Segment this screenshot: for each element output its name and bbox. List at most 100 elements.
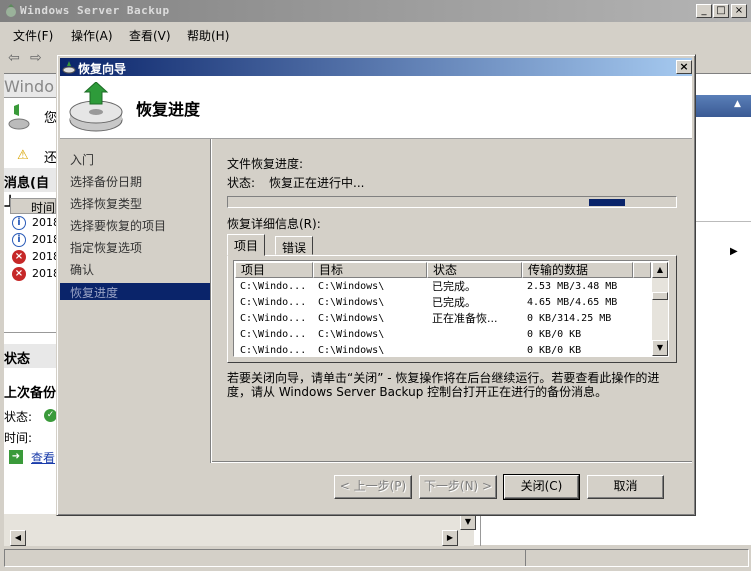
- status-header-label: 状态: [4, 352, 31, 367]
- restore-wizard-dialog: 恢复向导 × 恢复进度 入门 选择备份日期 选择恢复类型 选择要恢复的项目 指定…: [56, 54, 696, 516]
- cell-item: C:\Windo...: [240, 329, 307, 340]
- main-close-button[interactable]: ×: [731, 4, 747, 18]
- cell-target: C:\Windows\: [318, 313, 385, 324]
- minimize-button[interactable]: _: [696, 4, 712, 18]
- menu-help[interactable]: 帮助(H): [187, 27, 229, 44]
- nav-step-select-date: 选择备份日期: [70, 175, 143, 189]
- cell-target: C:\Windows\: [318, 297, 385, 308]
- cell-data: 0 KB/0 KB: [527, 345, 582, 356]
- left-pane-header: Windo: [4, 74, 56, 98]
- column-header-filler: [633, 262, 651, 278]
- list-vertical-scrollbar[interactable]: ▲ ▼: [652, 262, 668, 356]
- nav-step-recovery-type: 选择恢复类型: [70, 197, 143, 211]
- actions-pane-header: ▲: [694, 95, 751, 117]
- cell-target: C:\Windows\: [318, 345, 385, 356]
- button-separator: [212, 461, 692, 463]
- restore-disk-icon: [69, 82, 123, 132]
- cell-data: 0 KB/0 KB: [527, 329, 582, 340]
- nav-step-getting-started: 入门: [70, 153, 95, 167]
- collapse-arrow-icon[interactable]: ▲: [734, 99, 741, 109]
- table-row[interactable]: C:\Windo... C:\Windows\ 0 KB/0 KB: [235, 327, 651, 343]
- cancel-button[interactable]: 取消: [587, 475, 664, 499]
- banner-title: 恢复进度: [136, 100, 201, 119]
- column-header-status[interactable]: 状态: [427, 262, 522, 278]
- wizard-steps-nav: 入门 选择备份日期 选择恢复类型 选择要恢复的项目 指定恢复选项 确认 恢复进度: [60, 141, 210, 461]
- cell-target: C:\Windows\: [318, 329, 385, 340]
- restore-progress-bar: [227, 196, 677, 208]
- menu-file[interactable]: 文件(F): [13, 27, 53, 44]
- dialog-banner: 恢复进度: [60, 76, 692, 139]
- divider: [4, 332, 56, 333]
- table-row[interactable]: C:\Windo... C:\Windows\ 已完成。 2.53 MB/3.4…: [235, 279, 651, 295]
- menu-action[interactable]: 操作(A): [71, 27, 113, 44]
- menu-bar: 文件(F) 操作(A) 查看(V) 帮助(H): [0, 22, 751, 46]
- nav-step-progress: 恢复进度: [60, 283, 210, 300]
- tab-errors[interactable]: 错误: [275, 236, 314, 255]
- list-header: 项目 目标 状态 传输的数据: [235, 262, 651, 278]
- cell-status: 正在准备恢...: [432, 312, 498, 325]
- view-link-icon[interactable]: ➜: [9, 450, 23, 464]
- cell-item: C:\Windo...: [240, 345, 307, 356]
- cell-status: 已完成。: [432, 296, 476, 309]
- main-title-bar: Windows Server Backup _ □ ×: [0, 0, 751, 22]
- pane-divider: [480, 514, 481, 546]
- status-label: 状态:: [227, 176, 256, 190]
- nav-step-select-items: 选择要恢复的项目: [70, 219, 167, 233]
- nav-step-recovery-options: 指定恢复选项: [70, 241, 143, 255]
- cell-item: C:\Windo...: [240, 281, 307, 292]
- main-window-title: Windows Server Backup: [20, 4, 170, 17]
- table-row[interactable]: C:\Windo... C:\Windows\ 已完成。 4.65 MB/4.6…: [235, 295, 651, 311]
- cell-target: C:\Windows\: [318, 281, 385, 292]
- info-icon: i: [12, 216, 26, 230]
- cell-item: C:\Windo...: [240, 313, 307, 324]
- close-button[interactable]: 关闭(C): [503, 474, 580, 500]
- details-label: 恢复详细信息(R):: [227, 217, 321, 231]
- status-divider: [525, 550, 526, 566]
- scroll-thumb[interactable]: [652, 292, 668, 300]
- restore-items-list[interactable]: 项目 目标 状态 传输的数据 C:\Windo... C:\Windows\ 已…: [233, 260, 669, 357]
- dialog-title-bar: 恢复向导 ×: [60, 58, 692, 76]
- table-row[interactable]: C:\Windo... C:\Windows\ 0 KB/0 KB: [235, 343, 651, 356]
- status-value: 恢复正在进行中...: [269, 176, 365, 190]
- info-icon: i: [12, 233, 26, 247]
- warning-icon: ⚠: [17, 148, 29, 163]
- back-button[interactable]: < 上一步(P): [334, 475, 412, 499]
- bottom-hscrollbar[interactable]: [4, 530, 474, 546]
- scroll-left-button[interactable]: ◀: [10, 530, 26, 546]
- nav-separator: [210, 139, 212, 463]
- column-header-data[interactable]: 传输的数据: [522, 262, 633, 278]
- tab-items[interactable]: 项目: [227, 234, 266, 256]
- dialog-title: 恢复向导: [78, 62, 127, 76]
- forward-arrow-icon[interactable]: ⇨: [30, 50, 42, 66]
- messages-column-header[interactable]: 时间: [10, 198, 56, 215]
- scroll-down-button[interactable]: ▼: [460, 514, 476, 530]
- scroll-up-arrow-icon[interactable]: ▲: [652, 262, 668, 278]
- view-link[interactable]: 查看: [31, 449, 55, 466]
- next-button[interactable]: 下一步(N) >: [419, 475, 497, 499]
- expand-arrow-icon[interactable]: ▶: [730, 246, 738, 257]
- right-pane-divider: [694, 221, 751, 222]
- column-header-target[interactable]: 目标: [313, 262, 427, 278]
- maximize-button[interactable]: □: [713, 4, 729, 18]
- scroll-right-button[interactable]: ▶: [442, 530, 458, 546]
- nav-step-confirm: 确认: [70, 263, 95, 277]
- status-header: 状态: [4, 344, 56, 368]
- cell-status: 已完成。: [432, 280, 476, 293]
- error-icon: ×: [12, 250, 26, 264]
- file-progress-label: 文件恢复进度:: [227, 157, 304, 171]
- info-text-line2: 度，请从 Windows Server Backup 控制台打开正在进行的备份消…: [227, 385, 608, 399]
- status-bar: [4, 549, 749, 567]
- table-row[interactable]: C:\Windo... C:\Windows\ 正在准备恢... 0 KB/31…: [235, 311, 651, 327]
- dialog-close-icon[interactable]: ×: [676, 60, 692, 74]
- cell-data: 2.53 MB/3.48 MB: [527, 281, 618, 292]
- wizard-icon: [62, 61, 76, 74]
- messages-column-time: 时间: [31, 201, 56, 215]
- left-pane-hscrollbar[interactable]: [4, 514, 474, 530]
- menu-view[interactable]: 查看(V): [129, 27, 171, 44]
- backup-drive-icon: [8, 104, 30, 130]
- cell-data: 0 KB/314.25 MB: [527, 313, 612, 324]
- back-arrow-icon[interactable]: ⇦: [8, 50, 20, 66]
- cell-data: 4.65 MB/4.65 MB: [527, 297, 618, 308]
- column-header-item[interactable]: 项目: [235, 262, 313, 278]
- scroll-down-arrow-icon[interactable]: ▼: [652, 340, 668, 356]
